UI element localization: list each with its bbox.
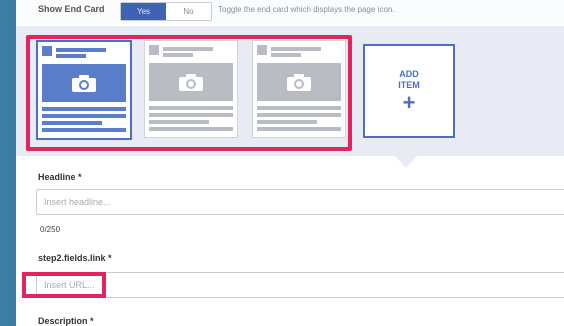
ad-editor-panel: Show End Card Yes No Toggle the end card… (16, 0, 564, 326)
headline-label: Headline * (38, 172, 82, 182)
card-text-line (257, 113, 341, 117)
card-text-line (42, 128, 126, 132)
card-text-line (257, 120, 317, 124)
toggle-no[interactable]: No (166, 3, 211, 20)
end-card-row: Show End Card Yes No Toggle the end card… (16, 0, 564, 24)
card-image (42, 64, 126, 102)
card-text-line (42, 107, 126, 111)
end-card-toggle[interactable]: Yes No (120, 2, 212, 21)
carousel-cards-area: ADD ITEM + (16, 26, 564, 156)
camera-icon (286, 73, 312, 92)
url-highlight-frame (22, 272, 106, 298)
camera-icon (71, 74, 97, 93)
card-text-line (42, 114, 126, 118)
toggle-yes[interactable]: Yes (121, 3, 166, 20)
card-image (257, 63, 341, 101)
end-card-label: Show End Card (38, 4, 105, 14)
carousel-card-1[interactable] (36, 40, 132, 140)
add-item-label-1: ADD (399, 69, 419, 79)
plus-icon: + (402, 90, 416, 115)
end-card-help-text: Toggle the end card which displays the p… (218, 5, 395, 14)
card-text-line (149, 106, 233, 110)
link-label: step2.fields.link * (38, 253, 112, 263)
url-input[interactable]: Insert URL... (36, 272, 564, 298)
headline-input[interactable]: Insert headline... (36, 189, 564, 215)
card-text-line (257, 106, 341, 110)
card-subtitle-line (271, 53, 301, 57)
camera-icon (178, 73, 204, 92)
card-avatar (42, 46, 52, 56)
card-title-line (56, 48, 106, 52)
carousel-card-3[interactable] (252, 40, 346, 138)
card-subtitle-line (56, 54, 86, 58)
card-avatar (149, 45, 159, 55)
headline-char-counter: 0/250 (40, 225, 61, 234)
card-text-line (149, 113, 233, 117)
card-subtitle-line (163, 53, 193, 57)
add-item-button[interactable]: ADD ITEM + (363, 44, 455, 138)
card-text-line (257, 127, 341, 131)
card-image (149, 63, 233, 101)
card-text-line (42, 121, 102, 125)
carousel-card-2[interactable] (144, 40, 238, 138)
description-label: Description * (38, 316, 94, 326)
card-text-line (149, 120, 209, 124)
card-text-line (149, 127, 233, 131)
selected-pointer (394, 155, 418, 168)
card-title-line (163, 47, 213, 51)
card-title-line (271, 47, 321, 51)
card-avatar (257, 45, 267, 55)
